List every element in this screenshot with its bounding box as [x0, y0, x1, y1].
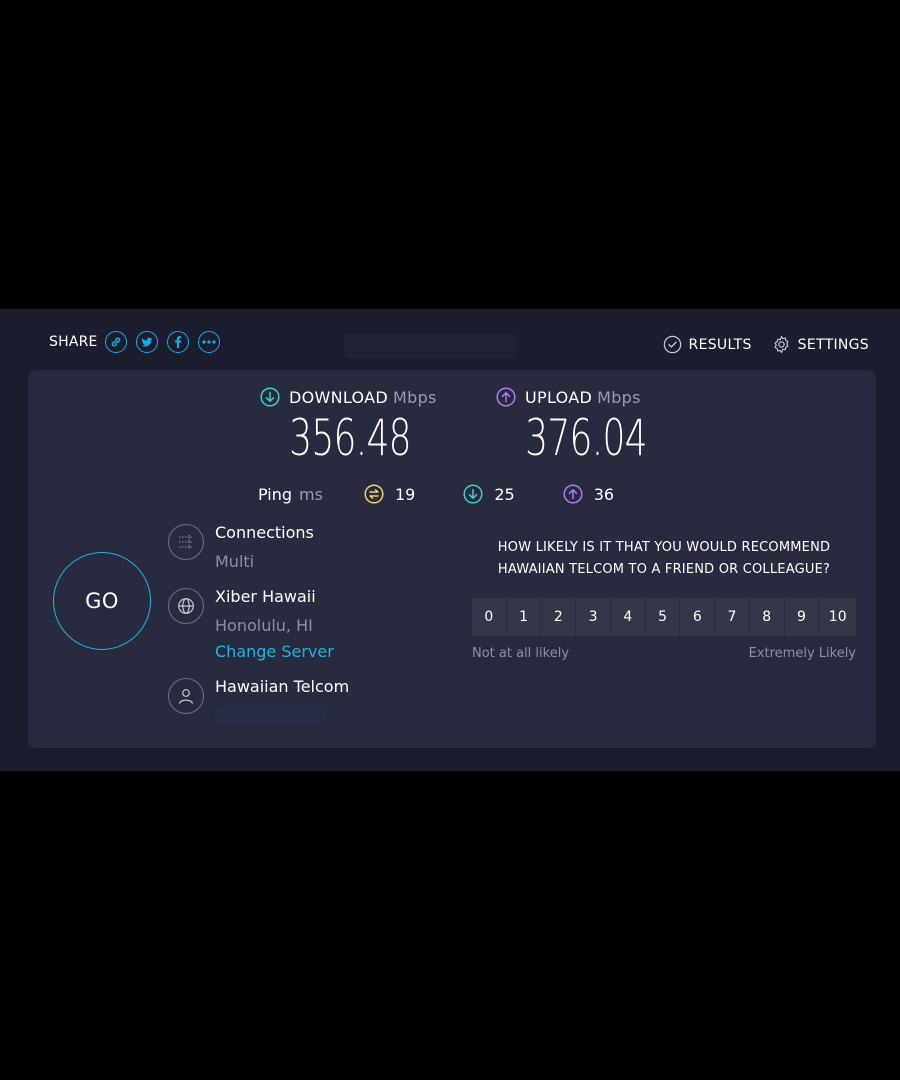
rating-6[interactable]: 6: [680, 598, 715, 636]
gear-icon: [774, 335, 789, 354]
survey-question: HOW LIKELY IS IT THAT YOU WOULD RECOMMEN…: [472, 537, 856, 581]
speedtest-app: SHARE RESULTS SETTINGS DOWNLOAD Mbps 356…: [0, 309, 900, 771]
scale-labels: Not at all likely Extremely Likely: [472, 646, 856, 661]
server-name: Xiber Hawaii: [215, 587, 316, 606]
provider-info: Hawaiian Telcom: [168, 677, 350, 723]
rating-2[interactable]: 2: [541, 598, 576, 636]
settings-label: SETTINGS: [797, 336, 869, 353]
ping-idle: 19: [364, 484, 415, 504]
rating-8[interactable]: 8: [749, 598, 784, 636]
download-arrow-icon: [463, 484, 483, 504]
facebook-icon[interactable]: [166, 331, 189, 353]
survey-question-line1: HOW LIKELY IS IT THAT YOU WOULD RECOMMEN…: [497, 540, 831, 555]
connections-value: Multi: [215, 552, 255, 571]
link-icon[interactable]: [104, 331, 127, 353]
go-button[interactable]: GO: [53, 552, 151, 650]
connections-info: Connections Multi: [168, 523, 314, 572]
rating-1[interactable]: 1: [506, 598, 541, 636]
ping-unit: ms: [299, 484, 323, 504]
results-panel: DOWNLOAD Mbps 356.48 UPLOAD Mbps 376.04 …: [28, 370, 876, 748]
rating-scale: 0 1 2 3 4 5 6 7 8 9 10: [472, 598, 857, 636]
globe-icon: [168, 588, 204, 624]
share-label: SHARE: [49, 334, 98, 350]
settings-button[interactable]: SETTINGS: [772, 335, 869, 354]
top-nav: RESULTS SETTINGS: [643, 335, 869, 354]
rating-10[interactable]: 10: [819, 598, 857, 636]
rating-4[interactable]: 4: [610, 598, 645, 636]
ping-label: Ping: [258, 484, 293, 504]
blurred-ip-address: [215, 705, 325, 723]
download-arrow-icon: [260, 387, 280, 407]
connections-title: Connections: [215, 523, 314, 542]
upload-value: 376.04: [525, 409, 647, 467]
share-bar: SHARE: [49, 331, 229, 353]
download-unit: Mbps: [393, 387, 437, 407]
change-server-link[interactable]: Change Server: [215, 642, 334, 662]
server-location: Honolulu, HI: [215, 616, 313, 635]
connections-icon: [168, 524, 204, 560]
results-button[interactable]: RESULTS: [663, 335, 752, 354]
ping-download: 25: [463, 484, 515, 504]
recommend-survey: HOW LIKELY IS IT THAT YOU WOULD RECOMMEN…: [472, 537, 857, 661]
rating-9[interactable]: 9: [784, 598, 819, 636]
upload-arrow-icon: [563, 484, 583, 504]
download-metric: DOWNLOAD Mbps 356.48: [260, 387, 437, 467]
check-circle-icon: [663, 335, 681, 354]
ping-download-value: 25: [494, 484, 515, 504]
rating-7[interactable]: 7: [715, 598, 749, 636]
upload-arrow-icon: [496, 387, 516, 407]
more-icon[interactable]: [197, 331, 220, 353]
ping-upload: 36: [563, 484, 614, 504]
rating-0[interactable]: 0: [472, 598, 506, 636]
upload-unit: Mbps: [597, 387, 641, 407]
upload-metric: UPLOAD Mbps 376.04: [496, 387, 648, 467]
rating-5[interactable]: 5: [645, 598, 680, 636]
twitter-icon[interactable]: [135, 331, 158, 353]
ping-row: Ping ms 19 25 36: [258, 484, 662, 504]
provider-name: Hawaiian Telcom: [215, 677, 350, 696]
scale-high-label: Extremely Likely: [748, 646, 856, 661]
rating-3[interactable]: 3: [576, 598, 610, 636]
jitter-icon: [364, 484, 384, 504]
ping-idle-value: 19: [394, 484, 416, 504]
upload-label: UPLOAD: [525, 387, 593, 407]
download-label: DOWNLOAD: [289, 387, 389, 407]
blurred-header-pill: [345, 333, 517, 359]
download-value: 356.48: [289, 409, 411, 467]
server-info: Xiber Hawaii Honolulu, HI Change Server: [168, 587, 334, 662]
survey-question-line2: HAWAIIAN TELCOM TO A FRIEND OR COLLEAGUE…: [497, 562, 831, 577]
user-icon: [168, 678, 204, 714]
scale-low-label: Not at all likely: [472, 646, 570, 661]
results-label: RESULTS: [688, 336, 752, 353]
ping-upload-value: 36: [593, 484, 615, 504]
